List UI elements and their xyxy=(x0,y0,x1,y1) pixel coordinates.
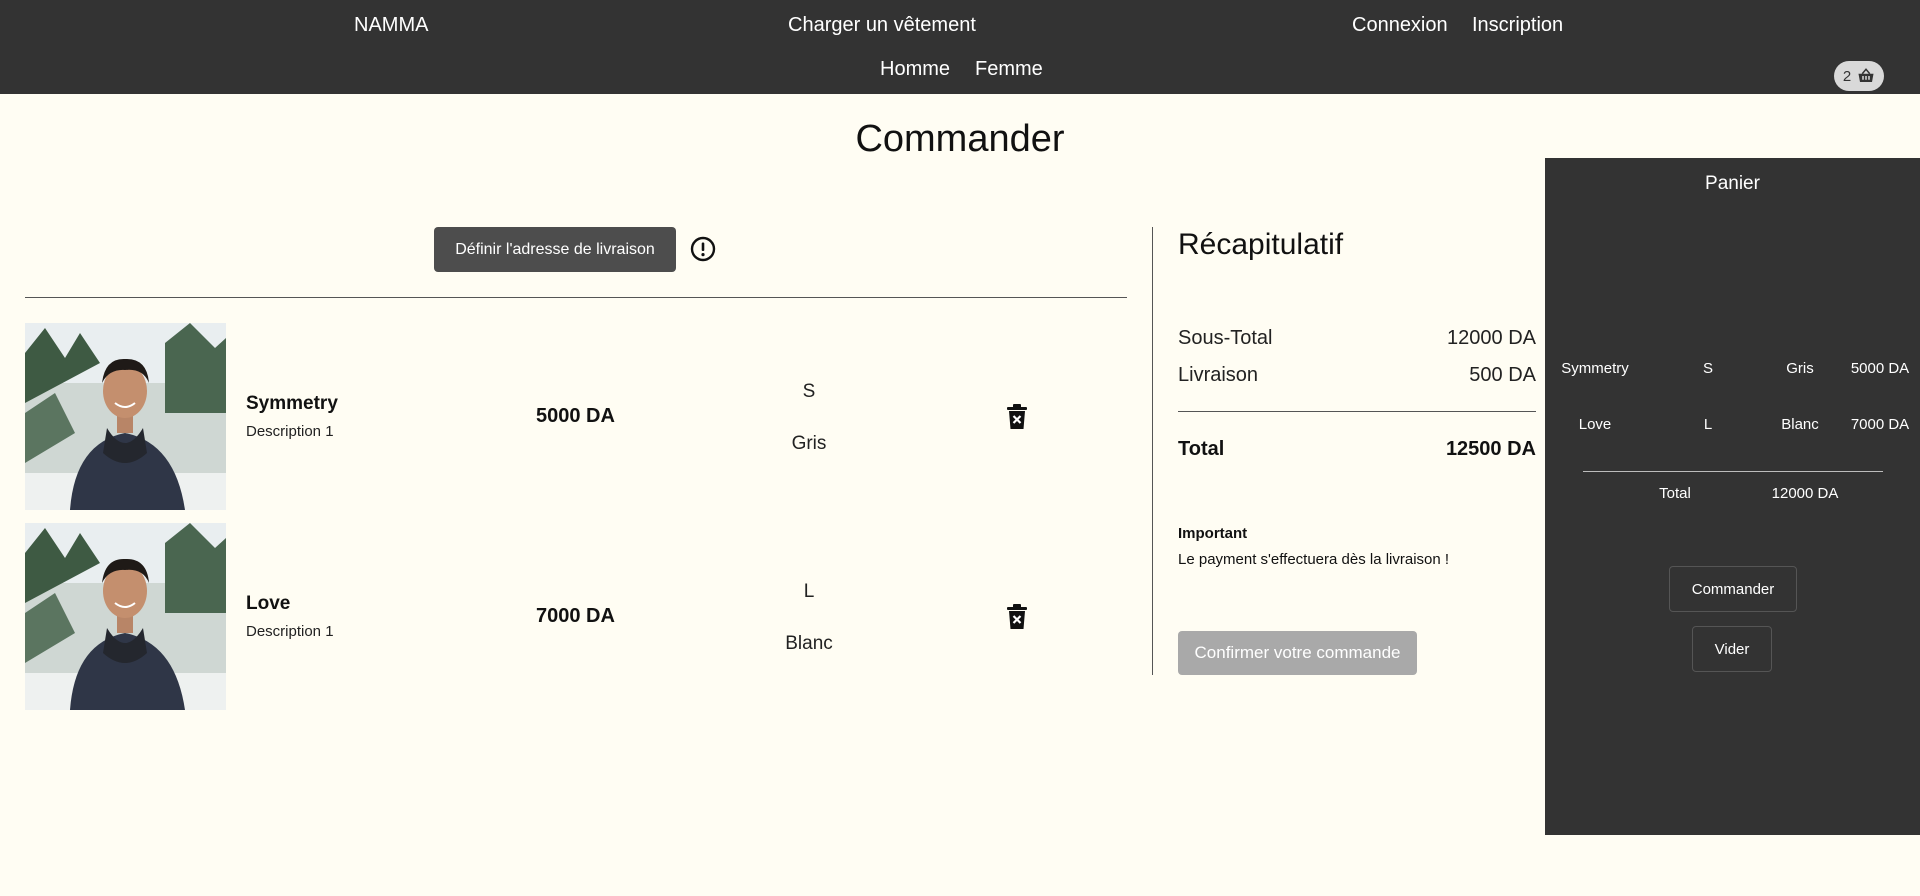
trash-x-icon[interactable] xyxy=(1006,404,1028,430)
set-delivery-address-button[interactable]: Définir l'adresse de livraison xyxy=(434,227,676,272)
subtotal-label: Sous-Total xyxy=(1178,327,1273,349)
section-divider xyxy=(25,297,1127,298)
product-color: Blanc xyxy=(785,633,833,654)
trash-x-icon[interactable] xyxy=(1006,604,1028,630)
product-description: Description 1 xyxy=(246,423,334,440)
cart-item-color: Gris xyxy=(1786,360,1814,377)
shipping-row: Livraison 500 DA xyxy=(1178,364,1536,387)
important-text: Le payment s'effectuera dès la livraison… xyxy=(1178,551,1450,568)
total-value: 12500 DA xyxy=(1445,438,1536,460)
cart-item-color: Blanc xyxy=(1781,416,1819,433)
cart-item-price: 7000 DA xyxy=(1850,416,1910,433)
total-label: Total xyxy=(1178,438,1225,460)
total-row: Total 12500 DA xyxy=(1178,438,1536,461)
shipping-value: 500 DA xyxy=(1469,364,1536,386)
brand-link[interactable]: NAMMA xyxy=(354,14,428,37)
cart-panel: Panier Symmetry S Gris 5000 DA Love L Bl… xyxy=(1545,158,1920,835)
cart-order-button[interactable]: Commander xyxy=(1669,566,1797,612)
order-item: Symmetry Description 1 5000 DA S Gris xyxy=(25,323,1127,510)
important-label: Important xyxy=(1178,525,1248,542)
cart-panel-divider xyxy=(1583,471,1883,472)
cart-count-badge: 2 xyxy=(1842,67,1852,85)
product-photo xyxy=(25,323,226,510)
cart-item-size: L xyxy=(1703,416,1713,433)
product-size: S xyxy=(802,381,816,402)
product-description: Description 1 xyxy=(246,623,334,640)
subtotal-row: Sous-Total 12000 DA xyxy=(1178,327,1536,350)
cart-item-name: Love xyxy=(1578,416,1612,433)
summary-title: Récapitulatif xyxy=(1178,228,1344,261)
basket-icon xyxy=(1858,68,1874,82)
login-link[interactable]: Connexion xyxy=(1352,14,1448,37)
alert-circle-icon xyxy=(690,236,716,262)
confirm-order-button[interactable]: Confirmer votre commande xyxy=(1178,631,1417,675)
cart-total-label: Total xyxy=(1659,485,1691,502)
cart-total-value: 12000 DA xyxy=(1771,485,1839,502)
page-title: Commander xyxy=(855,118,1065,160)
product-name: Symmetry xyxy=(246,393,338,414)
order-item: Love Description 1 7000 DA L Blanc xyxy=(25,523,1127,710)
product-size: L xyxy=(803,581,815,602)
signup-link[interactable]: Inscription xyxy=(1472,14,1563,37)
summary-divider xyxy=(1178,411,1536,412)
shipping-label: Livraison xyxy=(1178,364,1259,386)
top-navbar: NAMMA Charger un vêtement Connexion Insc… xyxy=(0,0,1920,94)
subtotal-value: 12000 DA xyxy=(1447,327,1536,349)
cart-item-name: Symmetry xyxy=(1561,360,1629,377)
product-name: Love xyxy=(246,593,291,614)
product-price: 7000 DA xyxy=(536,605,615,627)
cart-empty-button[interactable]: Vider xyxy=(1692,626,1772,672)
nav-men-link[interactable]: Homme xyxy=(880,58,950,81)
nav-women-link[interactable]: Femme xyxy=(975,58,1043,81)
product-photo xyxy=(25,523,226,710)
product-color: Gris xyxy=(791,433,827,454)
cart-button[interactable]: 2 xyxy=(1834,61,1884,91)
vertical-divider xyxy=(1152,227,1153,675)
cart-panel-title: Panier xyxy=(1705,173,1760,194)
product-price: 5000 DA xyxy=(536,405,615,427)
upload-garment-link[interactable]: Charger un vêtement xyxy=(788,14,976,37)
cart-item-size: S xyxy=(1702,360,1713,377)
cart-item-price: 5000 DA xyxy=(1850,360,1910,377)
